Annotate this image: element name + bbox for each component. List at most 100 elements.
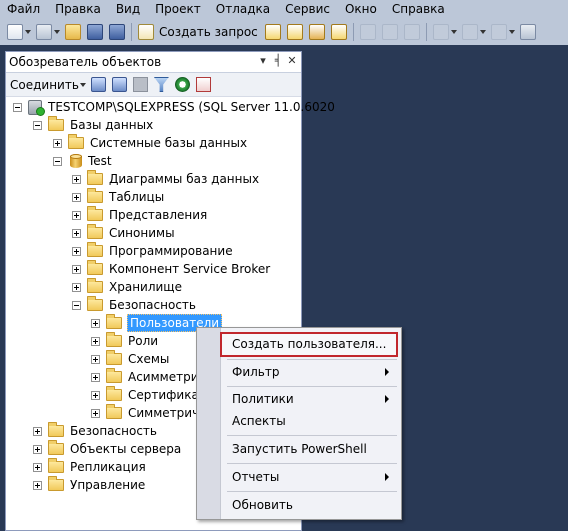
menu-debug[interactable]: Отладка <box>209 0 278 19</box>
tree-node-service-broker[interactable]: Компонент Service Broker <box>72 260 271 278</box>
add-item-icon[interactable] <box>36 24 52 40</box>
redo-icon[interactable] <box>461 24 478 40</box>
tree-node-views[interactable]: Представления <box>72 206 208 224</box>
dropdown-arrow-icon[interactable] <box>450 30 457 34</box>
tree-node-db-security[interactable]: Безопасность <box>72 296 197 314</box>
tree-node-programmability[interactable]: Программирование <box>72 242 234 260</box>
tree-node-tables[interactable]: Таблицы <box>72 188 165 206</box>
database-engine-query-icon[interactable] <box>264 24 281 40</box>
tree-node-asymmetric-keys[interactable]: Асимметрич <box>91 368 207 386</box>
menu-item-create-user[interactable]: Создать пользователя... <box>223 334 399 354</box>
undo-icon[interactable] <box>432 24 449 40</box>
menu-edit[interactable]: Правка <box>48 0 109 19</box>
expand-icon[interactable] <box>33 444 42 454</box>
activity-monitor-icon[interactable] <box>195 77 211 92</box>
menu-item-facets[interactable]: Аспекты <box>223 411 399 431</box>
expand-icon[interactable] <box>53 138 62 148</box>
menu-item-policies[interactable]: Политики <box>223 389 399 409</box>
tree-node-synonyms[interactable]: Синонимы <box>72 224 176 242</box>
menu-item-label: Политики <box>232 392 294 406</box>
copy-icon[interactable] <box>381 24 398 40</box>
toolbar-overflow-icon[interactable] <box>519 24 536 40</box>
collapse-icon[interactable] <box>13 102 22 112</box>
expand-icon[interactable] <box>72 282 81 292</box>
mdx-query-icon[interactable] <box>308 24 325 40</box>
menu-window[interactable]: Окно <box>338 0 385 19</box>
expand-icon[interactable] <box>72 246 81 256</box>
expand-icon[interactable] <box>91 354 100 364</box>
expand-icon[interactable] <box>72 228 81 238</box>
menu-project[interactable]: Проект <box>148 0 209 19</box>
paste-icon[interactable] <box>403 24 420 40</box>
connect-server-icon[interactable] <box>90 77 106 92</box>
tree-node-label: Системные базы данных <box>90 136 248 150</box>
expand-icon[interactable] <box>91 372 100 382</box>
expand-icon[interactable] <box>33 462 42 472</box>
tree-node-server-objects[interactable]: Объекты сервера <box>33 440 182 458</box>
cut-icon[interactable] <box>359 24 376 40</box>
context-menu: Создать пользователя... Фильтр Политики … <box>196 327 402 520</box>
expand-icon[interactable] <box>72 210 81 220</box>
tree-node-server[interactable]: TESTCOMP\SQLEXPRESS (SQL Server 11.0.602… <box>13 98 336 116</box>
menu-item-filter[interactable]: Фильтр <box>223 362 399 382</box>
dropdown-arrow-icon[interactable] <box>54 30 60 34</box>
connect-button[interactable]: Соединить <box>10 78 79 92</box>
menu-tools[interactable]: Сервис <box>278 0 338 19</box>
tree-node-test-db[interactable]: Test <box>53 152 113 170</box>
tree-node-certificates[interactable]: Сертификат <box>91 386 207 404</box>
tree-node-roles[interactable]: Роли <box>91 332 159 350</box>
close-icon[interactable]: ✕ <box>285 54 299 67</box>
stop-icon[interactable] <box>132 77 148 92</box>
tree-node-management[interactable]: Управление <box>33 476 146 494</box>
expand-icon[interactable] <box>91 408 100 418</box>
auto-hide-pin-icon[interactable]: ╡ <box>271 54 285 67</box>
xmla-query-icon[interactable] <box>330 24 347 40</box>
window-position-icon[interactable]: ▾ <box>256 54 270 67</box>
new-project-icon[interactable] <box>7 24 23 40</box>
dropdown-arrow-icon[interactable] <box>508 30 515 34</box>
folder-icon <box>48 422 64 437</box>
save-all-icon[interactable] <box>109 24 125 40</box>
new-query-button[interactable]: Создать запрос <box>159 25 258 39</box>
navigate-icon[interactable] <box>490 24 507 40</box>
submenu-arrow-icon <box>385 368 389 376</box>
disconnect-icon[interactable] <box>111 77 127 92</box>
tree-node-security[interactable]: Безопасность <box>33 422 158 440</box>
expand-icon[interactable] <box>91 336 100 346</box>
tree-node-system-databases[interactable]: Системные базы данных <box>53 134 248 152</box>
expand-icon[interactable] <box>72 264 81 274</box>
collapse-icon[interactable] <box>72 300 81 310</box>
menu-help[interactable]: Справка <box>385 0 453 19</box>
menu-file[interactable]: Файл <box>0 0 48 19</box>
dropdown-arrow-icon[interactable] <box>25 30 31 34</box>
menu-item-refresh[interactable]: Обновить <box>223 495 399 515</box>
folder-icon <box>87 188 103 203</box>
tree-node-label: Базы данных <box>70 118 154 132</box>
connect-dropdown-icon[interactable] <box>79 82 86 87</box>
collapse-icon[interactable] <box>53 156 62 166</box>
new-query-icon[interactable] <box>138 24 154 40</box>
dropdown-arrow-icon[interactable] <box>479 30 486 34</box>
tree-node-databases[interactable]: Базы данных <box>33 116 154 134</box>
tree-node-schemas[interactable]: Схемы <box>91 350 170 368</box>
menu-item-reports[interactable]: Отчеты <box>223 467 399 487</box>
tree-node-replication[interactable]: Репликация <box>33 458 147 476</box>
save-icon[interactable] <box>87 24 103 40</box>
filter-icon[interactable] <box>153 77 169 92</box>
expand-icon[interactable] <box>72 192 81 202</box>
tree-node-symmetric-keys[interactable]: Симметрич <box>91 404 200 422</box>
expand-icon[interactable] <box>33 426 42 436</box>
expand-icon[interactable] <box>72 174 81 184</box>
expand-icon[interactable] <box>91 390 100 400</box>
refresh-icon[interactable] <box>174 77 190 92</box>
expand-icon[interactable] <box>33 480 42 490</box>
menu-view[interactable]: Вид <box>109 0 148 19</box>
open-folder-icon[interactable] <box>65 24 81 40</box>
expand-icon[interactable] <box>91 318 100 328</box>
tree-node-label: Асимметрич <box>128 370 206 384</box>
analysis-query-icon[interactable] <box>286 24 303 40</box>
menu-item-start-powershell[interactable]: Запустить PowerShell <box>223 439 399 459</box>
tree-node-storage[interactable]: Хранилище <box>72 278 183 296</box>
tree-node-diagrams[interactable]: Диаграммы баз данных <box>72 170 260 188</box>
collapse-icon[interactable] <box>33 120 42 130</box>
